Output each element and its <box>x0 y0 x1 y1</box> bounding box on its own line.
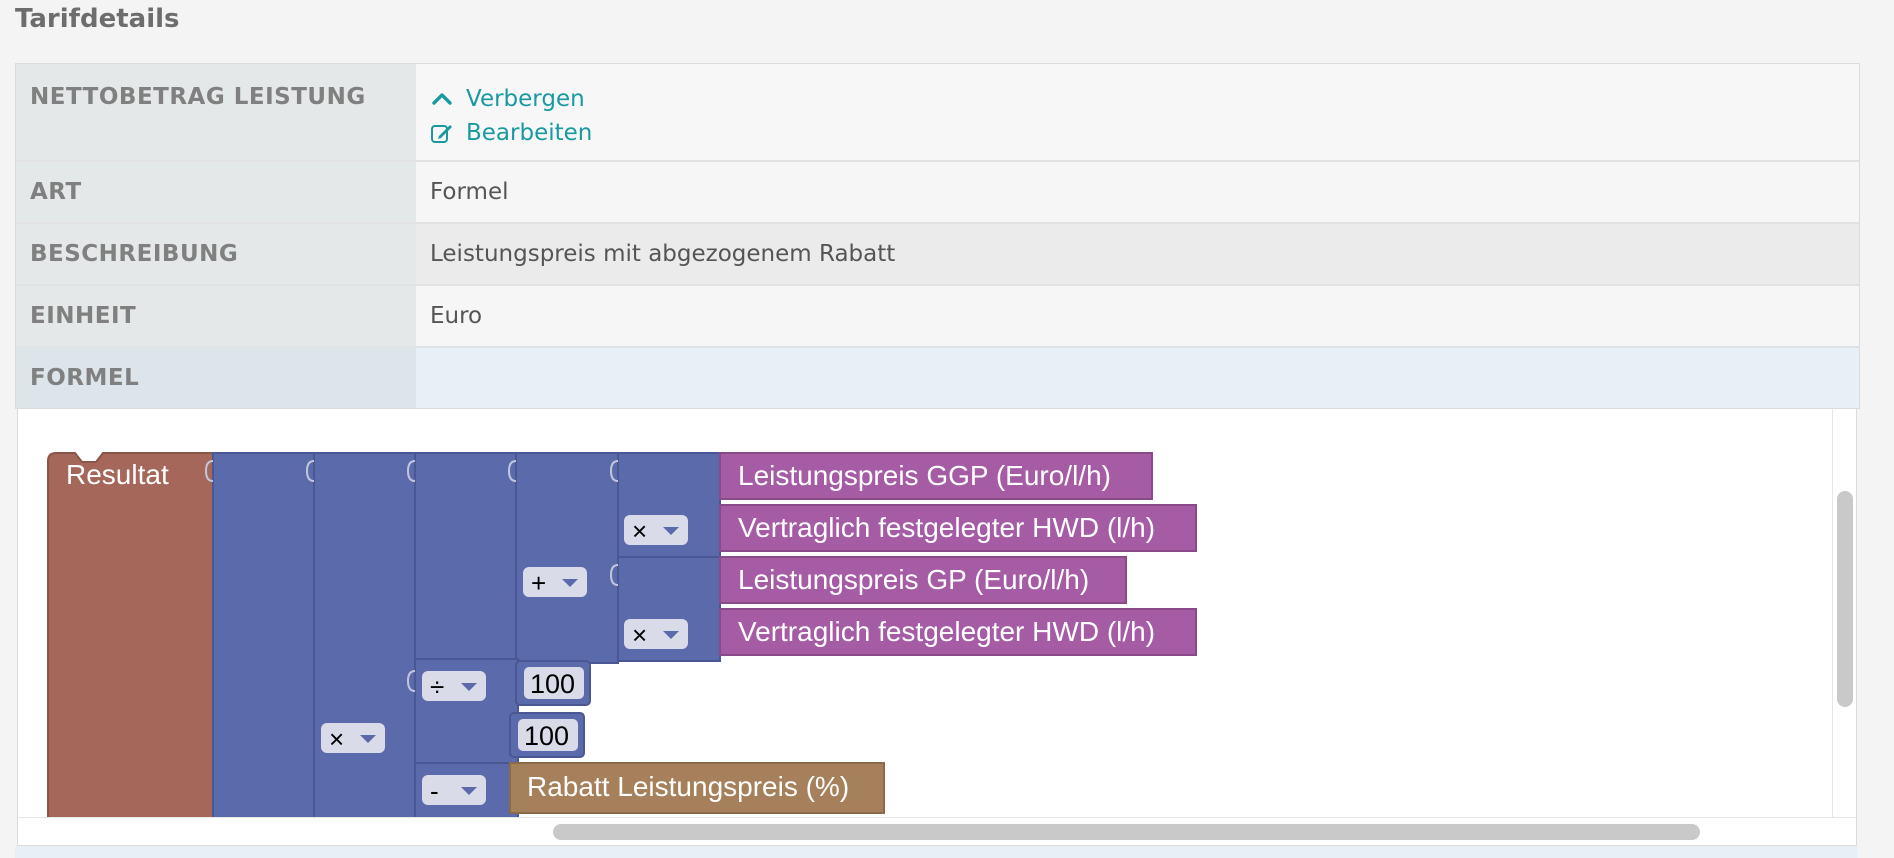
table-bottom-strip <box>15 846 1858 858</box>
number-value-2: 100 <box>524 721 569 751</box>
vertical-scrollbar-thumb[interactable] <box>1837 491 1853 707</box>
row-label-formel: FORMEL <box>16 348 416 408</box>
variable-label-v4: Vertraglich festgelegter HWD (l/h) <box>738 616 1155 647</box>
chevron-up-icon <box>432 93 452 105</box>
row-einheit: EINHEIT Euro <box>16 286 1859 348</box>
row-label-beschreibung: BESCHREIBUNG <box>16 224 416 284</box>
math-block-col4[interactable] <box>515 452 619 664</box>
hide-link-label[interactable]: Verbergen <box>466 86 585 112</box>
section-title: Tarifdetails <box>15 4 180 34</box>
math-block-col1[interactable] <box>212 452 317 817</box>
row-label-art: ART <box>16 162 416 222</box>
formula-workspace[interactable]: Resultat Leistungspreis GGP (Euro/l/h) V… <box>17 408 1857 846</box>
row-value-actions: Verbergen Bearbeiten <box>416 64 1859 160</box>
operator-dropdown-op2[interactable]: + <box>523 567 587 598</box>
operator-label-op1: × <box>632 516 647 546</box>
tariff-details-table: NETTOBETRAG LEISTUNG Verbergen Bearbeite… <box>15 63 1860 409</box>
row-value-einheit: Euro <box>416 286 1859 346</box>
operator-dropdown-op4[interactable]: ÷ <box>422 671 486 702</box>
operator-label-op4: ÷ <box>430 672 444 702</box>
row-label-nettobetrag: NETTOBETRAG LEISTUNG <box>16 64 416 160</box>
variable-label-v1: Leistungspreis GGP (Euro/l/h) <box>738 460 1111 491</box>
row-value-formel <box>416 348 1859 408</box>
horizontal-scrollbar-thumb[interactable] <box>553 824 1700 840</box>
row-art: ART Formel <box>16 162 1859 224</box>
operator-dropdown-op1[interactable]: × <box>624 515 688 546</box>
edit-icon <box>431 125 452 143</box>
edit-link[interactable]: Bearbeiten <box>430 116 1859 150</box>
row-value-art: Formel <box>416 162 1859 222</box>
operator-label-op2: + <box>531 568 546 598</box>
row-label-einheit: EINHEIT <box>16 286 416 346</box>
variable-label-rabatt: Rabatt Leistungspreis (%) <box>527 771 849 802</box>
row-value-beschreibung: Leistungspreis mit abgezogenem Rabatt <box>416 224 1859 284</box>
number-value-1: 100 <box>530 669 575 699</box>
operator-label-op3: × <box>632 620 647 650</box>
blocks-canvas: Resultat Leistungspreis GGP (Euro/l/h) V… <box>47 452 1197 817</box>
operator-dropdown-op6[interactable]: - <box>422 775 486 806</box>
edit-link-label[interactable]: Bearbeiten <box>466 120 592 146</box>
row-formel: FORMEL <box>16 348 1859 408</box>
math-block-col2[interactable] <box>313 452 417 817</box>
operator-label-op6: - <box>430 776 439 806</box>
row-nettobetrag: NETTOBETRAG LEISTUNG Verbergen Bearbeite… <box>16 64 1859 162</box>
result-block[interactable] <box>47 452 214 817</box>
operator-dropdown-op3[interactable]: × <box>624 619 688 650</box>
operator-dropdown-op5[interactable]: × <box>321 723 385 754</box>
variable-label-v3: Leistungspreis GP (Euro/l/h) <box>738 564 1089 595</box>
hide-link[interactable]: Verbergen <box>430 82 1859 116</box>
row-beschreibung: BESCHREIBUNG Leistungspreis mit abgezoge… <box>16 224 1859 286</box>
operator-label-op5: × <box>329 724 344 754</box>
result-label: Resultat <box>66 459 169 490</box>
variable-label-v2: Vertraglich festgelegter HWD (l/h) <box>738 512 1155 543</box>
